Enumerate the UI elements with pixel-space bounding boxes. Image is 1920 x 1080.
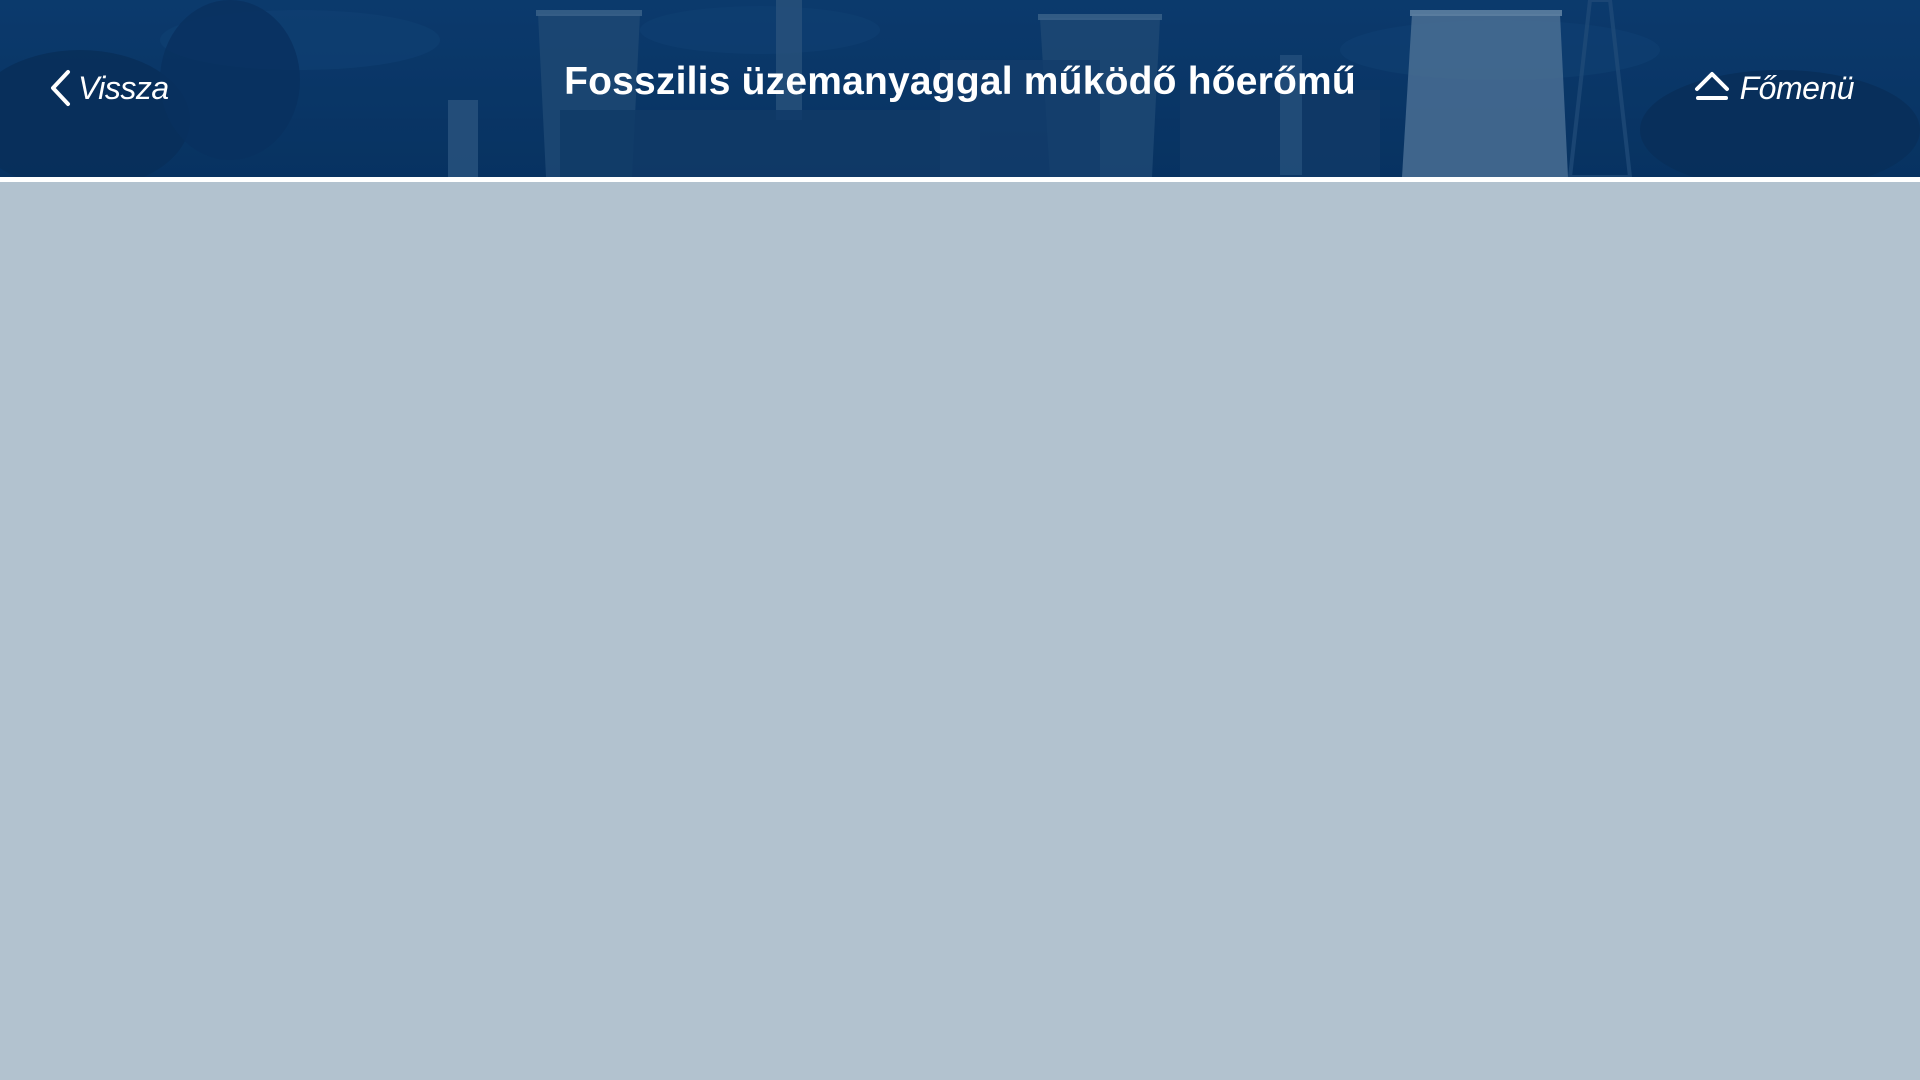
back-button[interactable]: Vissza (48, 62, 169, 114)
eject-home-icon (1694, 70, 1730, 107)
app-window: Vissza Fosszilis üzemanyaggal működő hőe… (0, 0, 1920, 1080)
chevron-left-icon (48, 69, 72, 107)
main-menu-button[interactable]: Főmenü (1694, 62, 1855, 114)
header-bar: Vissza Fosszilis üzemanyaggal működő hőe… (0, 0, 1920, 177)
back-label: Vissza (78, 69, 169, 106)
main-menu-label: Főmenü (1739, 69, 1855, 106)
content-area (0, 182, 1920, 1080)
page-title: Fosszilis üzemanyaggal működő hőerőmű (564, 60, 1356, 103)
